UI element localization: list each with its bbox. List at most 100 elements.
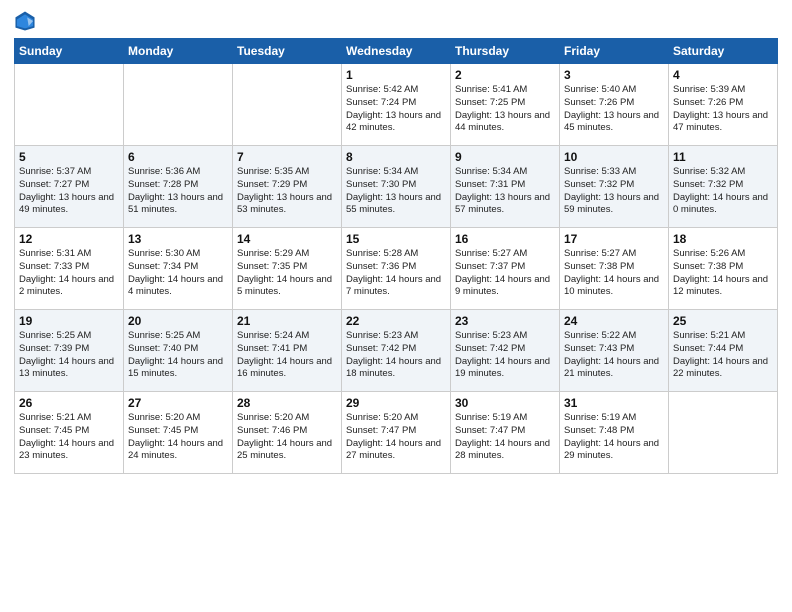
day-number: 9	[455, 150, 555, 164]
calendar-cell: 22Sunrise: 5:23 AM Sunset: 7:42 PM Dayli…	[342, 310, 451, 392]
calendar-cell: 10 Sunrise: 5:33 AM Sunset: 7:32 PM Dayli…	[560, 146, 669, 228]
day-info: Sunrise: 5:20 AM Sunset: 7:46 PM Dayligh…	[237, 412, 337, 463]
day-number: 14	[237, 232, 337, 246]
logo-icon	[14, 10, 36, 32]
day-number: 8	[346, 150, 446, 164]
day-number: 22	[346, 314, 446, 328]
calendar-cell: 11Sunrise: 5:32 AM Sunset: 7:32 PM Dayli…	[669, 146, 778, 228]
day-number: 18	[673, 232, 773, 246]
calendar-cell: 26 Sunrise: 5:21 AM Sunset: 7:45 PM Dayli…	[15, 392, 124, 474]
day-number: 11	[673, 150, 773, 164]
day-info: Sunrise: 5:21 AM Sunset: 7:44 PM Dayligh…	[673, 330, 773, 381]
calendar-cell	[124, 64, 233, 146]
day-number: 23	[455, 314, 555, 328]
page-container: SundayMondayTuesdayWednesdayThursdayFrid…	[0, 0, 792, 484]
day-number: 2	[455, 68, 555, 82]
day-info: Sunrise: 5:22 AM Sunset: 7:43 PM Dayligh…	[564, 330, 664, 381]
day-number: 5	[19, 150, 119, 164]
day-number: 27	[128, 396, 228, 410]
col-header-sunday: Sunday	[15, 39, 124, 64]
day-number: 6	[128, 150, 228, 164]
day-info: Sunrise: 5:24 AM Sunset: 7:41 PM Dayligh…	[237, 330, 337, 381]
calendar-cell: 30 Sunrise: 5:19 AM Sunset: 7:47 PM Dayli…	[451, 392, 560, 474]
day-number: 25	[673, 314, 773, 328]
calendar-cell: 21 Sunrise: 5:24 AM Sunset: 7:41 PM Dayli…	[233, 310, 342, 392]
week-row-3: 19 Sunrise: 5:25 AM Sunset: 7:39 PM Dayli…	[15, 310, 778, 392]
calendar-cell: 15 Sunrise: 5:28 AM Sunset: 7:36 PM Dayli…	[342, 228, 451, 310]
day-info: Sunrise: 5:37 AM Sunset: 7:27 PM Dayligh…	[19, 166, 119, 217]
day-info: Sunrise: 5:19 AM Sunset: 7:48 PM Dayligh…	[564, 412, 664, 463]
day-info: Sunrise: 5:33 AM Sunset: 7:32 PM Dayligh…	[564, 166, 664, 217]
day-info: Sunrise: 5:20 AM Sunset: 7:47 PM Dayligh…	[346, 412, 446, 463]
calendar-cell: 24Sunrise: 5:22 AM Sunset: 7:43 PM Dayli…	[560, 310, 669, 392]
day-number: 31	[564, 396, 664, 410]
day-number: 15	[346, 232, 446, 246]
day-number: 7	[237, 150, 337, 164]
day-number: 10	[564, 150, 664, 164]
day-number: 3	[564, 68, 664, 82]
day-info: Sunrise: 5:25 AM Sunset: 7:39 PM Dayligh…	[19, 330, 119, 381]
day-info: Sunrise: 5:27 AM Sunset: 7:37 PM Dayligh…	[455, 248, 555, 299]
calendar-cell: 9 Sunrise: 5:34 AM Sunset: 7:31 PM Daylig…	[451, 146, 560, 228]
day-info: Sunrise: 5:34 AM Sunset: 7:31 PM Dayligh…	[455, 166, 555, 217]
logo	[14, 10, 40, 32]
col-header-monday: Monday	[124, 39, 233, 64]
day-number: 13	[128, 232, 228, 246]
day-number: 29	[346, 396, 446, 410]
day-info: Sunrise: 5:23 AM Sunset: 7:42 PM Dayligh…	[455, 330, 555, 381]
day-number: 4	[673, 68, 773, 82]
calendar-cell: 29 Sunrise: 5:20 AM Sunset: 7:47 PM Dayli…	[342, 392, 451, 474]
calendar-cell: 23 Sunrise: 5:23 AM Sunset: 7:42 PM Dayli…	[451, 310, 560, 392]
day-number: 30	[455, 396, 555, 410]
calendar-cell: 19 Sunrise: 5:25 AM Sunset: 7:39 PM Dayli…	[15, 310, 124, 392]
calendar-cell: 18 Sunrise: 5:26 AM Sunset: 7:38 PM Dayli…	[669, 228, 778, 310]
calendar-cell: 20Sunrise: 5:25 AM Sunset: 7:40 PM Dayli…	[124, 310, 233, 392]
calendar-cell: 27 Sunrise: 5:20 AM Sunset: 7:45 PM Dayli…	[124, 392, 233, 474]
calendar-cell	[233, 64, 342, 146]
day-info: Sunrise: 5:42 AM Sunset: 7:24 PM Dayligh…	[346, 84, 446, 135]
day-number: 21	[237, 314, 337, 328]
calendar-cell: 16 Sunrise: 5:27 AM Sunset: 7:37 PM Dayli…	[451, 228, 560, 310]
header-row: SundayMondayTuesdayWednesdayThursdayFrid…	[15, 39, 778, 64]
calendar-cell: 8Sunrise: 5:34 AM Sunset: 7:30 PM Daylig…	[342, 146, 451, 228]
day-info: Sunrise: 5:20 AM Sunset: 7:45 PM Dayligh…	[128, 412, 228, 463]
day-info: Sunrise: 5:28 AM Sunset: 7:36 PM Dayligh…	[346, 248, 446, 299]
calendar-cell: 3 Sunrise: 5:40 AM Sunset: 7:26 PM Daylig…	[560, 64, 669, 146]
col-header-tuesday: Tuesday	[233, 39, 342, 64]
day-number: 19	[19, 314, 119, 328]
calendar-cell: 14 Sunrise: 5:29 AM Sunset: 7:35 PM Dayli…	[233, 228, 342, 310]
day-info: Sunrise: 5:41 AM Sunset: 7:25 PM Dayligh…	[455, 84, 555, 135]
day-info: Sunrise: 5:26 AM Sunset: 7:38 PM Dayligh…	[673, 248, 773, 299]
day-number: 26	[19, 396, 119, 410]
calendar-cell: 12Sunrise: 5:31 AM Sunset: 7:33 PM Dayli…	[15, 228, 124, 310]
calendar-cell: 5 Sunrise: 5:37 AM Sunset: 7:27 PM Daylig…	[15, 146, 124, 228]
day-info: Sunrise: 5:35 AM Sunset: 7:29 PM Dayligh…	[237, 166, 337, 217]
day-info: Sunrise: 5:29 AM Sunset: 7:35 PM Dayligh…	[237, 248, 337, 299]
col-header-thursday: Thursday	[451, 39, 560, 64]
day-info: Sunrise: 5:27 AM Sunset: 7:38 PM Dayligh…	[564, 248, 664, 299]
day-number: 28	[237, 396, 337, 410]
calendar-table: SundayMondayTuesdayWednesdayThursdayFrid…	[14, 38, 778, 474]
day-info: Sunrise: 5:19 AM Sunset: 7:47 PM Dayligh…	[455, 412, 555, 463]
week-row-2: 12Sunrise: 5:31 AM Sunset: 7:33 PM Dayli…	[15, 228, 778, 310]
week-row-1: 5 Sunrise: 5:37 AM Sunset: 7:27 PM Daylig…	[15, 146, 778, 228]
week-row-4: 26 Sunrise: 5:21 AM Sunset: 7:45 PM Dayli…	[15, 392, 778, 474]
day-info: Sunrise: 5:21 AM Sunset: 7:45 PM Dayligh…	[19, 412, 119, 463]
day-info: Sunrise: 5:40 AM Sunset: 7:26 PM Dayligh…	[564, 84, 664, 135]
day-info: Sunrise: 5:36 AM Sunset: 7:28 PM Dayligh…	[128, 166, 228, 217]
calendar-cell: 6 Sunrise: 5:36 AM Sunset: 7:28 PM Daylig…	[124, 146, 233, 228]
calendar-cell: 7 Sunrise: 5:35 AM Sunset: 7:29 PM Daylig…	[233, 146, 342, 228]
day-info: Sunrise: 5:39 AM Sunset: 7:26 PM Dayligh…	[673, 84, 773, 135]
week-row-0: 1 Sunrise: 5:42 AM Sunset: 7:24 PM Daylig…	[15, 64, 778, 146]
day-number: 1	[346, 68, 446, 82]
calendar-cell	[15, 64, 124, 146]
day-info: Sunrise: 5:31 AM Sunset: 7:33 PM Dayligh…	[19, 248, 119, 299]
day-number: 17	[564, 232, 664, 246]
calendar-cell: 2 Sunrise: 5:41 AM Sunset: 7:25 PM Daylig…	[451, 64, 560, 146]
calendar-cell: 25 Sunrise: 5:21 AM Sunset: 7:44 PM Dayli…	[669, 310, 778, 392]
calendar-cell: 28 Sunrise: 5:20 AM Sunset: 7:46 PM Dayli…	[233, 392, 342, 474]
day-number: 16	[455, 232, 555, 246]
calendar-cell: 17 Sunrise: 5:27 AM Sunset: 7:38 PM Dayli…	[560, 228, 669, 310]
col-header-saturday: Saturday	[669, 39, 778, 64]
calendar-cell: 13Sunrise: 5:30 AM Sunset: 7:34 PM Dayli…	[124, 228, 233, 310]
